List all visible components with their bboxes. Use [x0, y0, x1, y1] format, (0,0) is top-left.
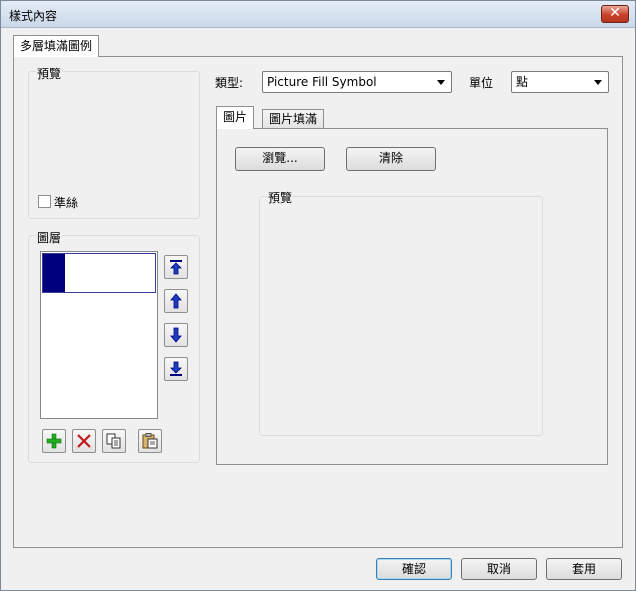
- unit-label: 單位: [469, 76, 494, 90]
- ok-button[interactable]: 確認: [376, 558, 452, 580]
- delete-layer-icon: [77, 434, 91, 448]
- apply-button[interactable]: 套用: [546, 558, 622, 580]
- clear-button[interactable]: 清除: [346, 147, 436, 171]
- tab-multilayer-fill[interactable]: 多層填滿圖例: [13, 35, 100, 57]
- move-to-bottom-button[interactable]: [164, 357, 188, 381]
- window-title: 樣式內容: [9, 9, 58, 23]
- move-up-icon: [170, 293, 182, 309]
- chevron-down-icon: [437, 80, 445, 85]
- move-down-button[interactable]: [164, 323, 188, 347]
- add-layer-button[interactable]: [42, 429, 66, 453]
- layers-label: 圖層: [36, 229, 63, 246]
- style-properties-dialog: 樣式內容 ✕ 多層填滿圖例 預覽 準絲 圖層 類型: Picture Fill …: [0, 0, 636, 591]
- main-tab-panel: 預覽 準絲 圖層 類型: Picture Fill Symbol 單位 點 圖片…: [13, 56, 623, 548]
- tab-picture[interactable]: 圖片: [216, 106, 255, 129]
- layer-row[interactable]: [42, 253, 156, 293]
- unit-value: 點: [516, 75, 529, 89]
- picture-tab-panel: 瀏覽... 清除 預覽: [216, 128, 608, 465]
- type-select[interactable]: Picture Fill Symbol: [262, 71, 452, 93]
- close-button[interactable]: ✕: [601, 5, 629, 23]
- type-label: 類型:: [215, 76, 244, 90]
- move-to-top-icon: [170, 260, 182, 275]
- draft-label: 準絲: [54, 196, 79, 210]
- move-to-top-button[interactable]: [164, 255, 188, 279]
- layer-list[interactable]: [40, 251, 158, 419]
- copy-layer-button[interactable]: [102, 429, 126, 453]
- delete-layer-button[interactable]: [72, 429, 96, 453]
- picture-preview-label: 預覽: [267, 189, 294, 206]
- move-up-button[interactable]: [164, 289, 188, 313]
- copy-layer-icon: [106, 433, 121, 449]
- unit-select[interactable]: 點: [511, 71, 609, 93]
- move-to-bottom-icon: [170, 361, 182, 376]
- tab-picture-fill[interactable]: 圖片填滿: [262, 109, 325, 129]
- paste-layer-icon: [142, 433, 158, 449]
- add-layer-icon: [46, 433, 62, 449]
- draft-checkbox[interactable]: [38, 195, 51, 208]
- preview-label: 預覽: [36, 65, 63, 82]
- browse-button[interactable]: 瀏覽...: [235, 147, 325, 171]
- move-down-icon: [170, 327, 182, 343]
- type-value: Picture Fill Symbol: [267, 75, 377, 89]
- picture-preview-group: [259, 196, 543, 436]
- layer-swatch: [43, 254, 65, 292]
- paste-layer-button[interactable]: [138, 429, 162, 453]
- cancel-button[interactable]: 取消: [461, 558, 537, 580]
- title-bar: 樣式內容 ✕: [1, 1, 635, 28]
- chevron-down-icon: [594, 80, 602, 85]
